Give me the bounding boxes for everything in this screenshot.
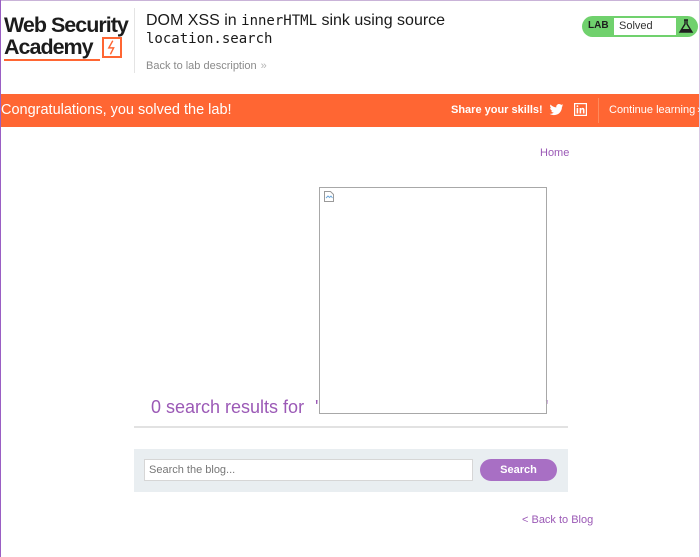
back-to-blog-link[interactable]: < Back to Blog (522, 514, 593, 526)
search-results-heading: 0 search results for (151, 397, 305, 417)
lab-status-badge: LAB Solved (582, 16, 698, 37)
share-skills-label: Share your skills! (451, 104, 543, 116)
lab-solved-message: Congratulations, you solved the lab! (1, 102, 232, 118)
double-chevron-right-icon: » (260, 60, 267, 72)
back-to-lab-description-link[interactable]: Back to lab description» (146, 60, 267, 72)
lab-title: DOM XSS in innerHTML sink using source l… (146, 12, 446, 47)
broken-image-icon (324, 191, 334, 202)
search-results-quote-open: ' (315, 397, 319, 417)
web-security-academy-logo[interactable]: Web Security Academy (4, 13, 132, 61)
lab-title-code-sink: innerHTML (241, 13, 317, 29)
lab-title-middle: sink using source (317, 12, 446, 29)
lab-header: Web Security Academy DOM XSS in innerHTM… (1, 1, 699, 94)
lab-status-state: Solved (614, 18, 676, 35)
search-button[interactable]: Search (480, 459, 557, 481)
lab-title-code-source: location.search (146, 31, 273, 47)
continue-learning-label: Continue learning (609, 104, 696, 116)
back-to-lab-description-label: Back to lab description (146, 60, 257, 72)
header-divider (134, 8, 135, 73)
lab-title-prefix: DOM XSS in (146, 12, 242, 29)
broken-image (319, 187, 547, 414)
flask-icon (678, 19, 694, 33)
lab-status-label: LAB (588, 20, 609, 31)
home-link[interactable]: Home (540, 147, 569, 159)
logo-line2: Academy (4, 35, 94, 59)
banner-divider (598, 98, 599, 123)
continue-learning-link[interactable]: Continue learning» (609, 104, 700, 116)
twitter-icon[interactable] (549, 103, 564, 117)
logo-bolt-icon (102, 37, 122, 58)
lab-solved-banner: Congratulations, you solved the lab! Sha… (1, 94, 700, 127)
blog-search-form: Search (134, 449, 568, 492)
search-input[interactable] (144, 459, 473, 481)
linkedin-icon[interactable] (574, 103, 587, 116)
results-divider (134, 426, 568, 428)
logo-underline (4, 59, 100, 61)
